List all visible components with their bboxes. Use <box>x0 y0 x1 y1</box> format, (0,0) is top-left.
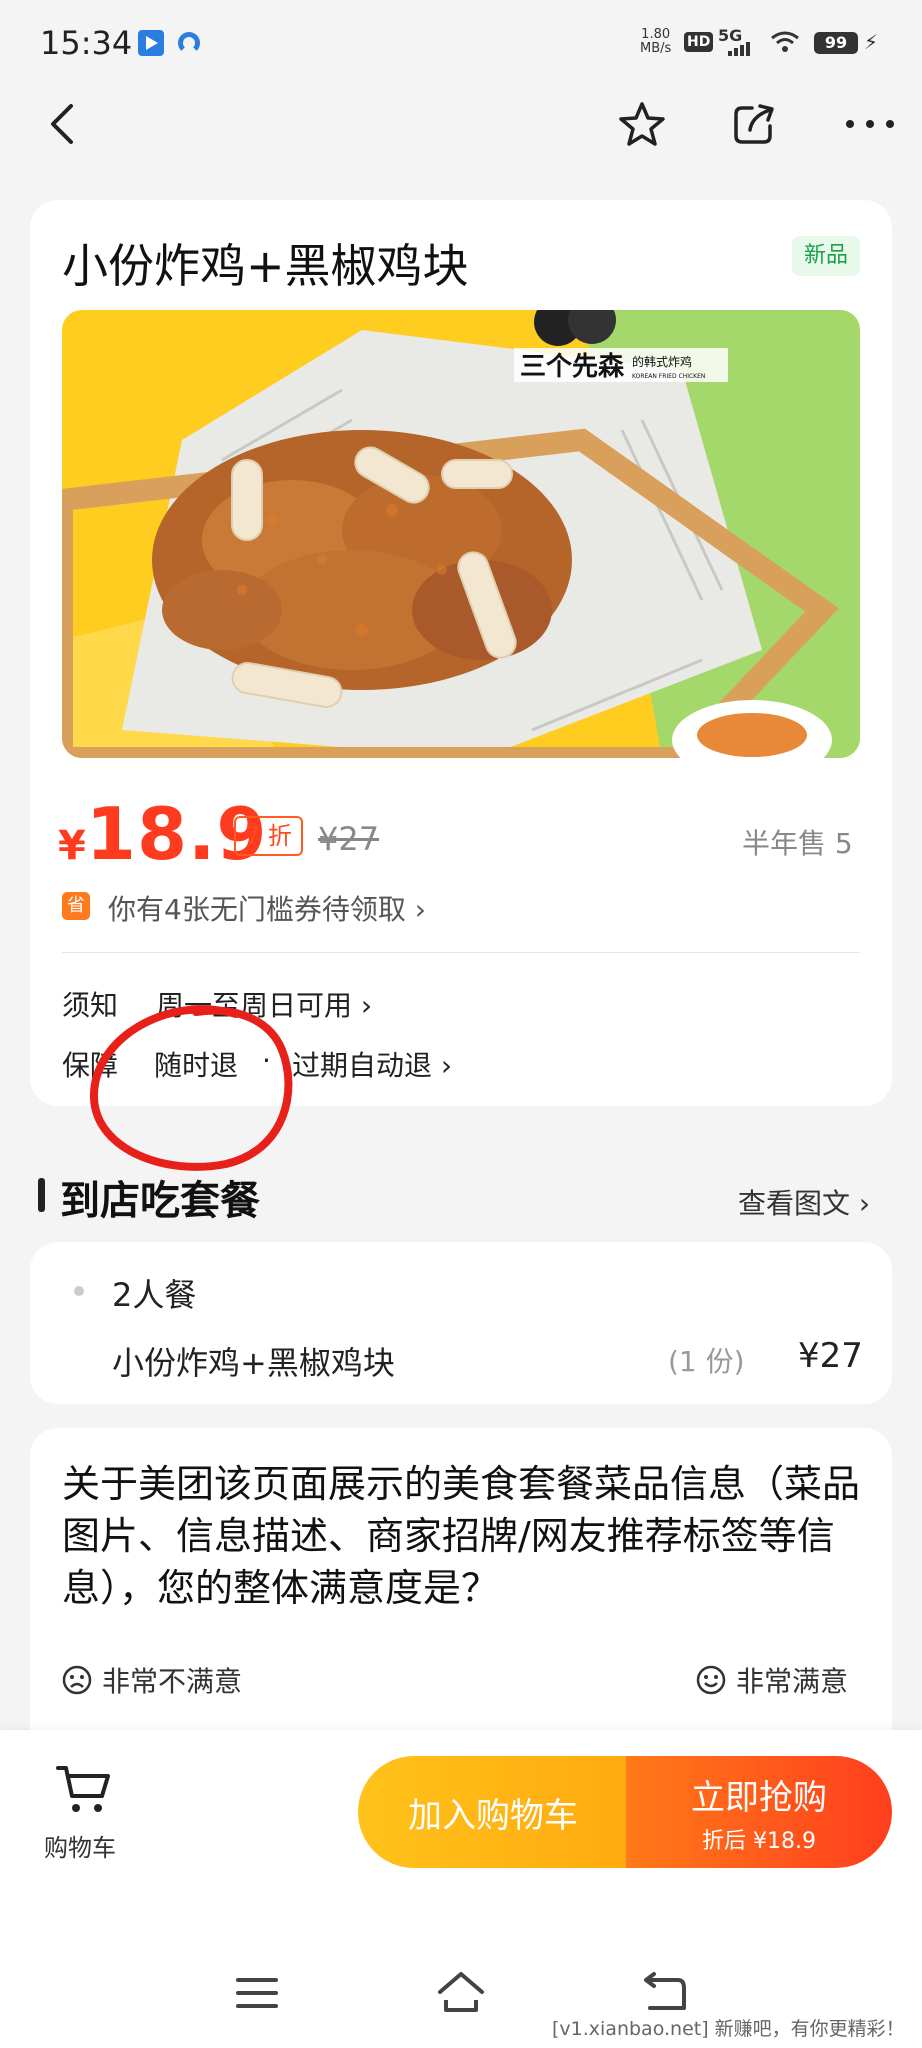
section-title: 到店吃套餐 <box>60 1178 260 1224</box>
survey-question: 关于美团该页面展示的美食套餐菜品信息（菜品图片、信息描述、商家招牌/网友推荐标签… <box>62 1462 861 1610</box>
charging-icon: ⚡ <box>864 30 879 54</box>
coupon-icon: 省 <box>62 892 90 920</box>
more-button[interactable] <box>840 96 900 152</box>
survey-very-satisfied[interactable]: 非常满意 <box>696 1660 848 1700</box>
section-marker <box>38 1178 45 1212</box>
product-title: 小份炸鸡+黑椒鸡块 <box>62 239 469 293</box>
discount-tag: 7 折 <box>234 816 303 856</box>
battery-indicator: 99 <box>814 32 858 54</box>
happy-face-icon <box>696 1665 726 1695</box>
share-button[interactable] <box>726 96 782 152</box>
meal-group-label: 2人餐 <box>112 1276 197 1314</box>
survey-very-unsatisfied[interactable]: 非常不满意 <box>62 1660 242 1700</box>
back-button[interactable] <box>34 96 90 152</box>
favorite-button[interactable] <box>614 96 670 152</box>
sales-count: 半年售 5 <box>742 827 853 860</box>
menu-icon[interactable] <box>232 1970 282 2016</box>
home-icon[interactable] <box>436 1970 486 2016</box>
view-detail-link[interactable]: 查看图文 › <box>738 1182 870 1222</box>
app-notification-icon <box>138 30 164 56</box>
sad-face-icon <box>62 1665 92 1695</box>
back-icon[interactable] <box>640 1970 690 2016</box>
meal-item-name: 小份炸鸡+黑椒鸡块 <box>112 1344 395 1382</box>
product-image[interactable]: 三个先森 的韩式炸鸡 KOREAN FRIED CHICKEN <box>62 310 860 758</box>
hd-icon: HD <box>684 32 714 52</box>
meal-item-price: ¥27 <box>798 1336 863 1376</box>
brand-logo-sub: 的韩式炸鸡 <box>632 354 692 369</box>
signal-icon <box>728 42 750 56</box>
star-icon <box>619 102 665 146</box>
brand-logo-en: KOREAN FRIED CHICKEN <box>632 373 705 380</box>
wifi-icon <box>771 31 799 52</box>
original-price: ¥27 <box>318 820 380 858</box>
meal-item-qty: (1 份) <box>668 1345 745 1378</box>
divider <box>62 952 860 953</box>
coupon-link[interactable]: 你有4张无门槛券待领取 › <box>108 888 426 928</box>
watermark: [v1.xianbao.net] 新赚吧，有你更精彩！ <box>552 2018 905 2040</box>
annotation-circle <box>89 1005 293 1171</box>
network-speed: 1.80 MB/s <box>640 27 672 56</box>
status-time: 15:34 <box>40 24 133 62</box>
buy-now-button[interactable]: 立即抢购 折后 ¥18.9 <box>626 1756 892 1868</box>
more-icon <box>846 120 894 128</box>
survey-right-label: 非常满意 <box>736 1665 849 1698</box>
chevron-left-icon <box>51 104 73 144</box>
bullet-dot <box>74 1286 84 1296</box>
add-to-cart-button[interactable]: 加入购物车 <box>358 1756 628 1868</box>
share-icon <box>734 104 774 144</box>
cart-button[interactable]: 购物车 <box>40 1756 130 1866</box>
sync-icon <box>178 32 200 54</box>
brand-logo-text: 三个先森 <box>520 352 625 382</box>
new-badge: 新品 <box>792 236 861 276</box>
survey-left-label: 非常不满意 <box>102 1665 243 1698</box>
guarantee-auto-refund[interactable]: 过期自动退 › <box>292 1044 452 1084</box>
cart-icon <box>56 1766 110 1812</box>
cart-label: 购物车 <box>44 1834 116 1862</box>
